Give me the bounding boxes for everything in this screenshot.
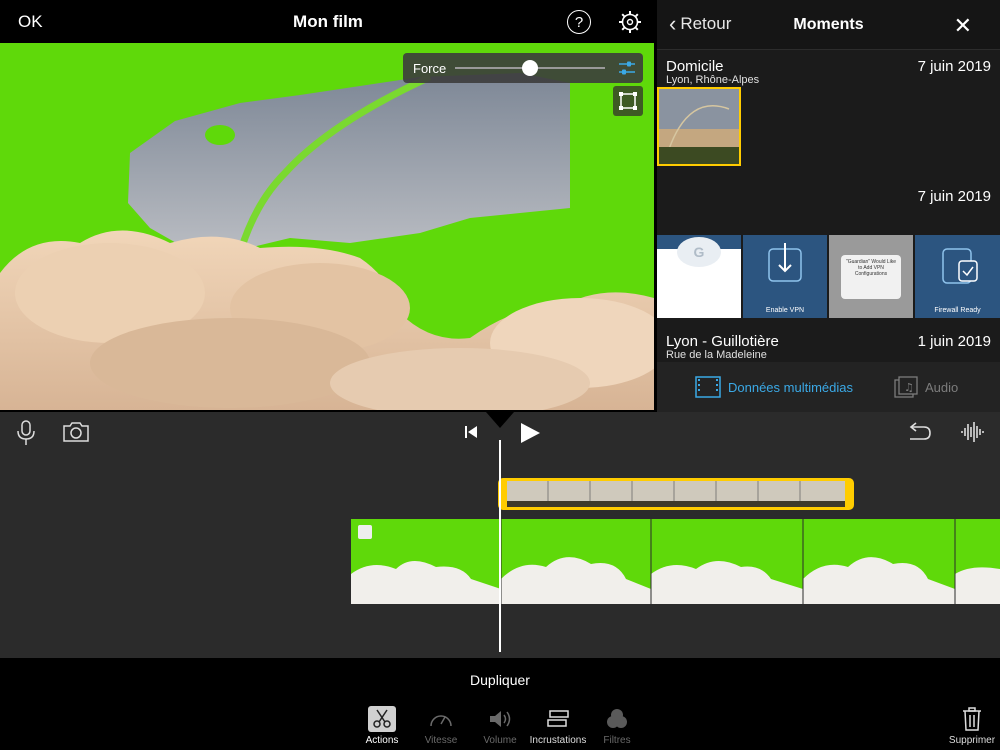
tool-actions[interactable]: Actions xyxy=(352,706,412,746)
moment-date: 7 juin 2019 xyxy=(917,188,991,205)
moment-title: Lyon - Guillotière xyxy=(666,333,779,350)
tool-label: Incrustations xyxy=(529,735,587,746)
panel-header: ‹ Retour Moments ✕ xyxy=(657,0,1000,50)
overlay-icon xyxy=(544,706,572,732)
tool-label: Vitesse xyxy=(424,735,458,746)
thumbnail-caption: "Guardian" Would Like to Add VPN Configu… xyxy=(845,259,897,277)
moment-date: 7 juin 2019 xyxy=(917,58,991,75)
close-icon[interactable]: ✕ xyxy=(954,13,972,39)
tool-filters[interactable]: Filtres xyxy=(587,706,647,746)
bottom-toolbar: Dupliquer Actions Vitesse Volume Incrust… xyxy=(0,658,1000,750)
media-thumbnail[interactable]: G xyxy=(657,235,741,318)
tool-volume[interactable]: Volume xyxy=(470,706,530,746)
play-icon[interactable] xyxy=(519,422,541,444)
question-icon[interactable]: ? xyxy=(567,10,591,34)
green-screen-clip[interactable] xyxy=(351,519,1000,604)
media-browser-panel: ‹ Retour Moments ✕ Domicile Lyon, Rhône-… xyxy=(657,0,1000,412)
preview-image xyxy=(0,73,654,410)
media-thumbnail[interactable]: "Guardian" Would Like to Add VPN Configu… xyxy=(829,235,913,318)
tab-audio-label: Audio xyxy=(925,379,959,395)
playhead[interactable] xyxy=(499,440,501,652)
film-icon xyxy=(695,376,721,398)
force-label: Force xyxy=(413,61,447,76)
moment-date: 1 juin 2019 xyxy=(917,333,991,350)
tab-media[interactable]: Données multimédias xyxy=(695,376,853,398)
timeline[interactable] xyxy=(0,412,1000,658)
gear-icon[interactable] xyxy=(618,10,642,34)
selected-video-clip[interactable] xyxy=(498,478,854,510)
media-thumbnail[interactable]: Enable VPN xyxy=(743,235,827,318)
moment-subtitle: Lyon, Rhône-Alpes xyxy=(666,74,760,86)
duplicate-button[interactable]: Dupliquer xyxy=(0,672,1000,688)
scissors-icon xyxy=(368,706,396,732)
tool-overlays[interactable]: Incrustations xyxy=(528,706,588,746)
thumbnail-caption: Enable VPN xyxy=(765,307,805,314)
media-thumbnail[interactable]: Firewall Ready xyxy=(915,235,1000,318)
force-panel: Force xyxy=(403,53,643,83)
crop-button[interactable] xyxy=(613,86,643,116)
crop-icon xyxy=(619,92,637,110)
microphone-icon[interactable] xyxy=(16,420,36,446)
delete-button[interactable]: Supprimer xyxy=(942,706,1000,746)
force-slider-knob[interactable] xyxy=(522,60,538,76)
svg-text:♫: ♫ xyxy=(904,381,914,394)
tab-media-label: Données multimédias xyxy=(728,379,854,395)
playhead-marker xyxy=(486,412,514,428)
undo-icon[interactable] xyxy=(906,421,932,443)
moment-title: Domicile xyxy=(666,58,724,75)
camera-icon[interactable] xyxy=(62,421,90,443)
filters-icon xyxy=(603,706,631,732)
speaker-icon xyxy=(486,706,514,732)
sliders-icon[interactable] xyxy=(618,60,636,76)
media-thumbnail[interactable] xyxy=(657,87,741,166)
panel-footer: Données multimédias ♫ Audio xyxy=(657,362,1000,412)
project-title: Mon film xyxy=(293,12,363,31)
tool-label: Volume xyxy=(483,735,517,746)
trash-icon xyxy=(958,706,986,732)
tool-speed[interactable]: Vitesse xyxy=(411,706,471,746)
thumbnail-caption: Firewall Ready xyxy=(934,307,981,314)
moment-subtitle: Rue de la Madeleine xyxy=(666,349,767,361)
tool-label: Filtres xyxy=(603,735,631,746)
waveform-icon[interactable] xyxy=(960,420,984,444)
speedometer-icon xyxy=(427,706,455,732)
tab-audio[interactable]: ♫ Audio xyxy=(894,376,958,398)
skip-back-icon[interactable] xyxy=(463,424,479,440)
video-viewer[interactable]: Force xyxy=(0,43,654,410)
music-icon: ♫ xyxy=(894,376,918,398)
tool-label: Actions xyxy=(365,735,399,746)
panel-title: Moments xyxy=(793,16,864,33)
delete-label: Supprimer xyxy=(948,735,996,746)
top-bar: OK Mon film ? xyxy=(0,0,656,43)
